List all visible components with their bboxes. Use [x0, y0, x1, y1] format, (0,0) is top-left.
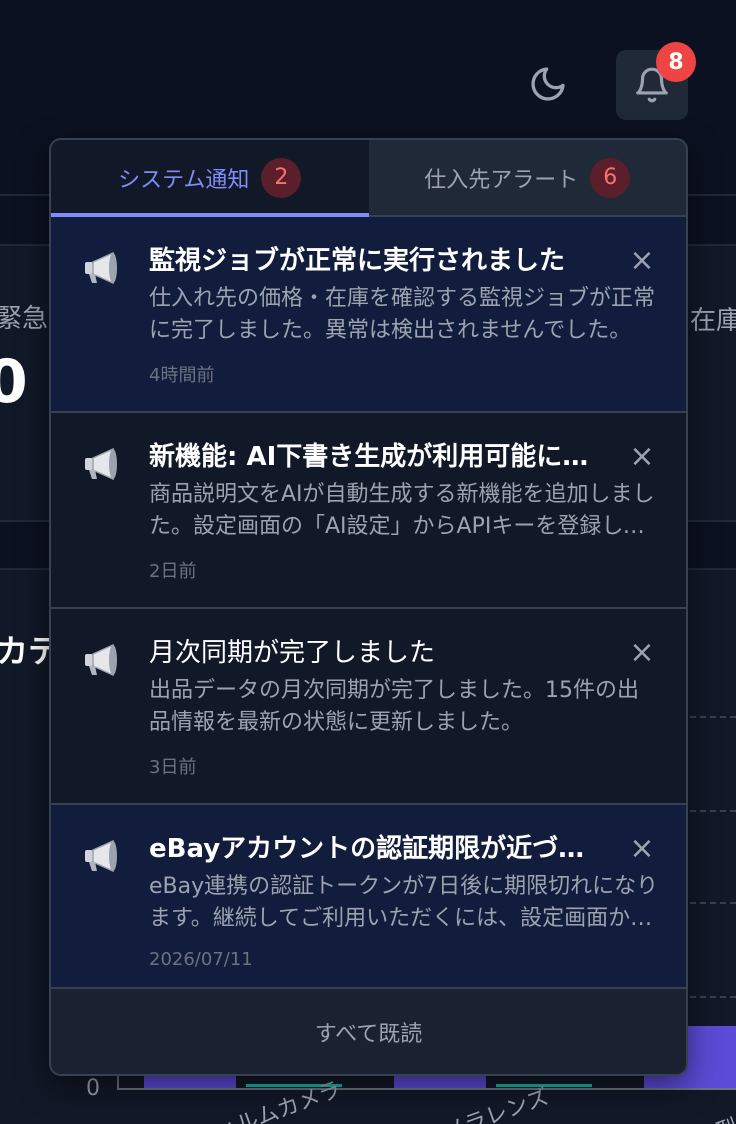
tab-label: システム通知: [118, 167, 250, 193]
tab-system-notifications[interactable]: システム通知 2: [51, 140, 369, 217]
notification-title: 新機能: AI下書き生成が利用可能になりました: [149, 442, 609, 472]
megaphone-icon: [85, 251, 117, 285]
notification-time: 2日前: [149, 561, 197, 582]
notification-list: 監視ジョブが正常に実行されました 仕入れ先の価格・在庫を確認する監視ジョブが正常…: [51, 217, 686, 987]
stat-label-stock: 在庫: [690, 306, 736, 336]
notification-time: 2026/07/11: [149, 949, 253, 970]
notification-item[interactable]: eBayアカウントの認証期限が近づいています eBay連携の認証トークンが7日後…: [51, 805, 686, 987]
gridline: [690, 996, 736, 998]
notification-item[interactable]: 月次同期が完了しました 出品データの月次同期が完了しました。15件の出品情報を最…: [51, 609, 686, 805]
theme-toggle-button[interactable]: [522, 58, 574, 110]
moon-icon: [531, 67, 565, 101]
tab-count-badge: 6: [590, 157, 631, 198]
dismiss-button[interactable]: ×: [628, 638, 656, 668]
dismiss-button[interactable]: ×: [628, 834, 656, 864]
notification-item[interactable]: 新機能: AI下書き生成が利用可能になりました 商品説明文をAIが自動生成する新…: [51, 413, 686, 609]
notification-tabs: システム通知 2 仕入先アラート 6: [51, 140, 686, 217]
notification-time: 3日前: [149, 757, 197, 778]
dismiss-button[interactable]: ×: [628, 246, 656, 276]
chart-bar: [394, 1076, 486, 1088]
tab-label: 仕入先アラート: [424, 167, 579, 193]
chart-bar: [144, 1076, 236, 1088]
megaphone-icon: [85, 447, 117, 481]
gridline: [690, 810, 736, 812]
gridline: [690, 902, 736, 904]
stat-value-urgent: 0: [0, 347, 28, 417]
stat-label-urgent: 緊急: [0, 304, 49, 334]
notification-dropdown: システム通知 2 仕入先アラート 6 監視ジョブが正常に実行されました 仕入れ先…: [49, 138, 688, 1076]
notification-count-badge: 8: [656, 42, 696, 82]
notification-title: 月次同期が完了しました: [149, 638, 436, 668]
notification-body: 出品データの月次同期が完了しました。15件の出品情報を最新の状態に更新しました。: [149, 678, 639, 735]
megaphone-icon: [85, 839, 117, 873]
megaphone-icon: [85, 643, 117, 677]
tab-supplier-alerts[interactable]: 仕入先アラート 6: [368, 140, 686, 215]
notification-title: 監視ジョブが正常に実行されました: [149, 246, 566, 276]
notification-body: 商品説明文をAIが自動生成する新機能を追加しました。設定画面の「AI設定」からA…: [149, 482, 655, 539]
notification-body: 仕入れ先の価格・在庫を確認する監視ジョブが正常に完了しました。異常は検出されませ…: [149, 286, 656, 343]
y-tick-zero: 0: [86, 1076, 100, 1101]
notification-body: eBay連携の認証トークンが7日後に期限切れになります。継続してご利用いただくに…: [149, 874, 659, 931]
app-stage: 緊急 在庫 0 カテ 0 フィルムカメラ カメラレンズ 小型 8 システム通知 …: [0, 0, 736, 1124]
x-axis: [118, 1088, 736, 1090]
dismiss-button[interactable]: ×: [628, 442, 656, 472]
tab-count-badge: 2: [261, 157, 302, 198]
gridline: [690, 716, 736, 718]
notification-time: 4時間前: [149, 365, 215, 386]
notification-item[interactable]: 監視ジョブが正常に実行されました 仕入れ先の価格・在庫を確認する監視ジョブが正常…: [51, 217, 686, 413]
mark-all-read-button[interactable]: すべて既読: [51, 987, 686, 1074]
notification-title: eBayアカウントの認証期限が近づいています: [149, 834, 609, 864]
